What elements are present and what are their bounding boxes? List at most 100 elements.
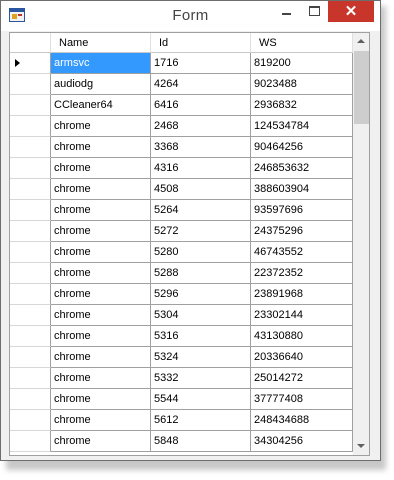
cell-ws[interactable]: 124534784 [251,116,353,137]
cell-name[interactable]: chrome [51,389,151,410]
cell-ws[interactable]: 22372352 [251,263,353,284]
table-row[interactable]: chrome 5612 248434688 [10,410,353,431]
row-header[interactable] [10,263,51,284]
row-header[interactable] [10,158,51,179]
table-row[interactable]: chrome 5296 23891968 [10,284,353,305]
cell-ws[interactable]: 246853632 [251,158,353,179]
cell-name[interactable]: chrome [51,326,151,347]
cell-id[interactable]: 5296 [151,284,251,305]
cell-id[interactable]: 2468 [151,116,251,137]
cell-name[interactable]: chrome [51,221,151,242]
cell-ws[interactable]: 248434688 [251,410,353,431]
cell-ws[interactable]: 20336640 [251,347,353,368]
cell-name[interactable]: chrome [51,368,151,389]
table-row[interactable]: chrome 5544 37777408 [10,389,353,410]
cell-id[interactable]: 4264 [151,74,251,95]
table-row[interactable]: chrome 5848 34304256 [10,431,353,452]
table-row[interactable]: chrome 4508 388603904 [10,179,353,200]
table-row[interactable]: CCleaner64 6416 2936832 [10,95,353,116]
cell-name[interactable]: chrome [51,347,151,368]
cell-id[interactable]: 5316 [151,326,251,347]
cell-name[interactable]: chrome [51,116,151,137]
cell-name[interactable]: chrome [51,263,151,284]
column-header-id[interactable]: Id [151,33,251,53]
cell-name[interactable]: chrome [51,410,151,431]
scroll-down-icon[interactable] [353,438,369,455]
cell-name[interactable]: CCleaner64 [51,95,151,116]
cell-ws[interactable]: 819200 [251,53,353,74]
title-bar[interactable]: Form ✕ [1,1,380,31]
row-header[interactable] [10,326,51,347]
row-header[interactable] [10,179,51,200]
cell-ws[interactable]: 9023488 [251,74,353,95]
table-row[interactable]: chrome 5272 24375296 [10,221,353,242]
cell-id[interactable]: 1716 [151,53,251,74]
cell-id[interactable]: 5272 [151,221,251,242]
row-header[interactable] [10,53,51,74]
row-header[interactable] [10,305,51,326]
row-header[interactable] [10,410,51,431]
cell-name[interactable]: chrome [51,137,151,158]
scroll-up-icon[interactable] [353,33,369,50]
table-row[interactable]: chrome 5324 20336640 [10,347,353,368]
cell-name[interactable]: chrome [51,242,151,263]
row-header[interactable] [10,284,51,305]
column-header-ws[interactable]: WS [251,33,353,53]
cell-name[interactable]: audiodg [51,74,151,95]
cell-name[interactable]: chrome [51,158,151,179]
cell-id[interactable]: 3368 [151,137,251,158]
cell-ws[interactable]: 23302144 [251,305,353,326]
cell-id[interactable]: 5848 [151,431,251,452]
close-button[interactable]: ✕ [328,1,374,22]
cell-id[interactable]: 5612 [151,410,251,431]
table-row[interactable]: chrome 3368 90464256 [10,137,353,158]
cell-ws[interactable]: 388603904 [251,179,353,200]
table-row[interactable]: chrome 5304 23302144 [10,305,353,326]
vertical-scrollbar[interactable] [353,33,369,455]
table-row[interactable]: chrome 4316 246853632 [10,158,353,179]
table-row[interactable]: audiodg 4264 9023488 [10,74,353,95]
cell-id[interactable]: 4316 [151,158,251,179]
scroll-thumb[interactable] [354,51,369,124]
row-header[interactable] [10,368,51,389]
minimize-button[interactable] [274,1,300,22]
table-row[interactable]: chrome 5288 22372352 [10,263,353,284]
row-header[interactable] [10,221,51,242]
cell-id[interactable]: 4508 [151,179,251,200]
cell-ws[interactable]: 34304256 [251,431,353,452]
row-header[interactable] [10,347,51,368]
cell-ws[interactable]: 93597696 [251,200,353,221]
row-header[interactable] [10,431,51,452]
header-corner[interactable] [10,33,51,53]
cell-ws[interactable]: 46743552 [251,242,353,263]
row-header[interactable] [10,137,51,158]
table-row[interactable]: chrome 5264 93597696 [10,200,353,221]
cell-name[interactable]: chrome [51,179,151,200]
cell-name[interactable]: chrome [51,431,151,452]
cell-ws[interactable]: 23891968 [251,284,353,305]
row-header[interactable] [10,74,51,95]
cell-ws[interactable]: 2936832 [251,95,353,116]
cell-ws[interactable]: 43130880 [251,326,353,347]
row-header[interactable] [10,389,51,410]
cell-id[interactable]: 6416 [151,95,251,116]
row-header[interactable] [10,200,51,221]
cell-name[interactable]: chrome [51,305,151,326]
process-grid[interactable]: Name Id WS armsvc 1716 819200 audiodg 4264 90… [9,32,370,456]
row-header[interactable] [10,116,51,137]
row-header[interactable] [10,242,51,263]
cell-id[interactable]: 5264 [151,200,251,221]
cell-id[interactable]: 5332 [151,368,251,389]
cell-id[interactable]: 5324 [151,347,251,368]
cell-id[interactable]: 5288 [151,263,251,284]
table-row[interactable]: armsvc 1716 819200 [10,53,353,74]
table-row[interactable]: chrome 2468 124534784 [10,116,353,137]
cell-name[interactable]: chrome [51,200,151,221]
cell-ws[interactable]: 25014272 [251,368,353,389]
column-header-name[interactable]: Name [51,33,151,53]
cell-id[interactable]: 5544 [151,389,251,410]
cell-id[interactable]: 5280 [151,242,251,263]
table-row[interactable]: chrome 5332 25014272 [10,368,353,389]
maximize-button[interactable] [301,1,327,22]
table-row[interactable]: chrome 5280 46743552 [10,242,353,263]
